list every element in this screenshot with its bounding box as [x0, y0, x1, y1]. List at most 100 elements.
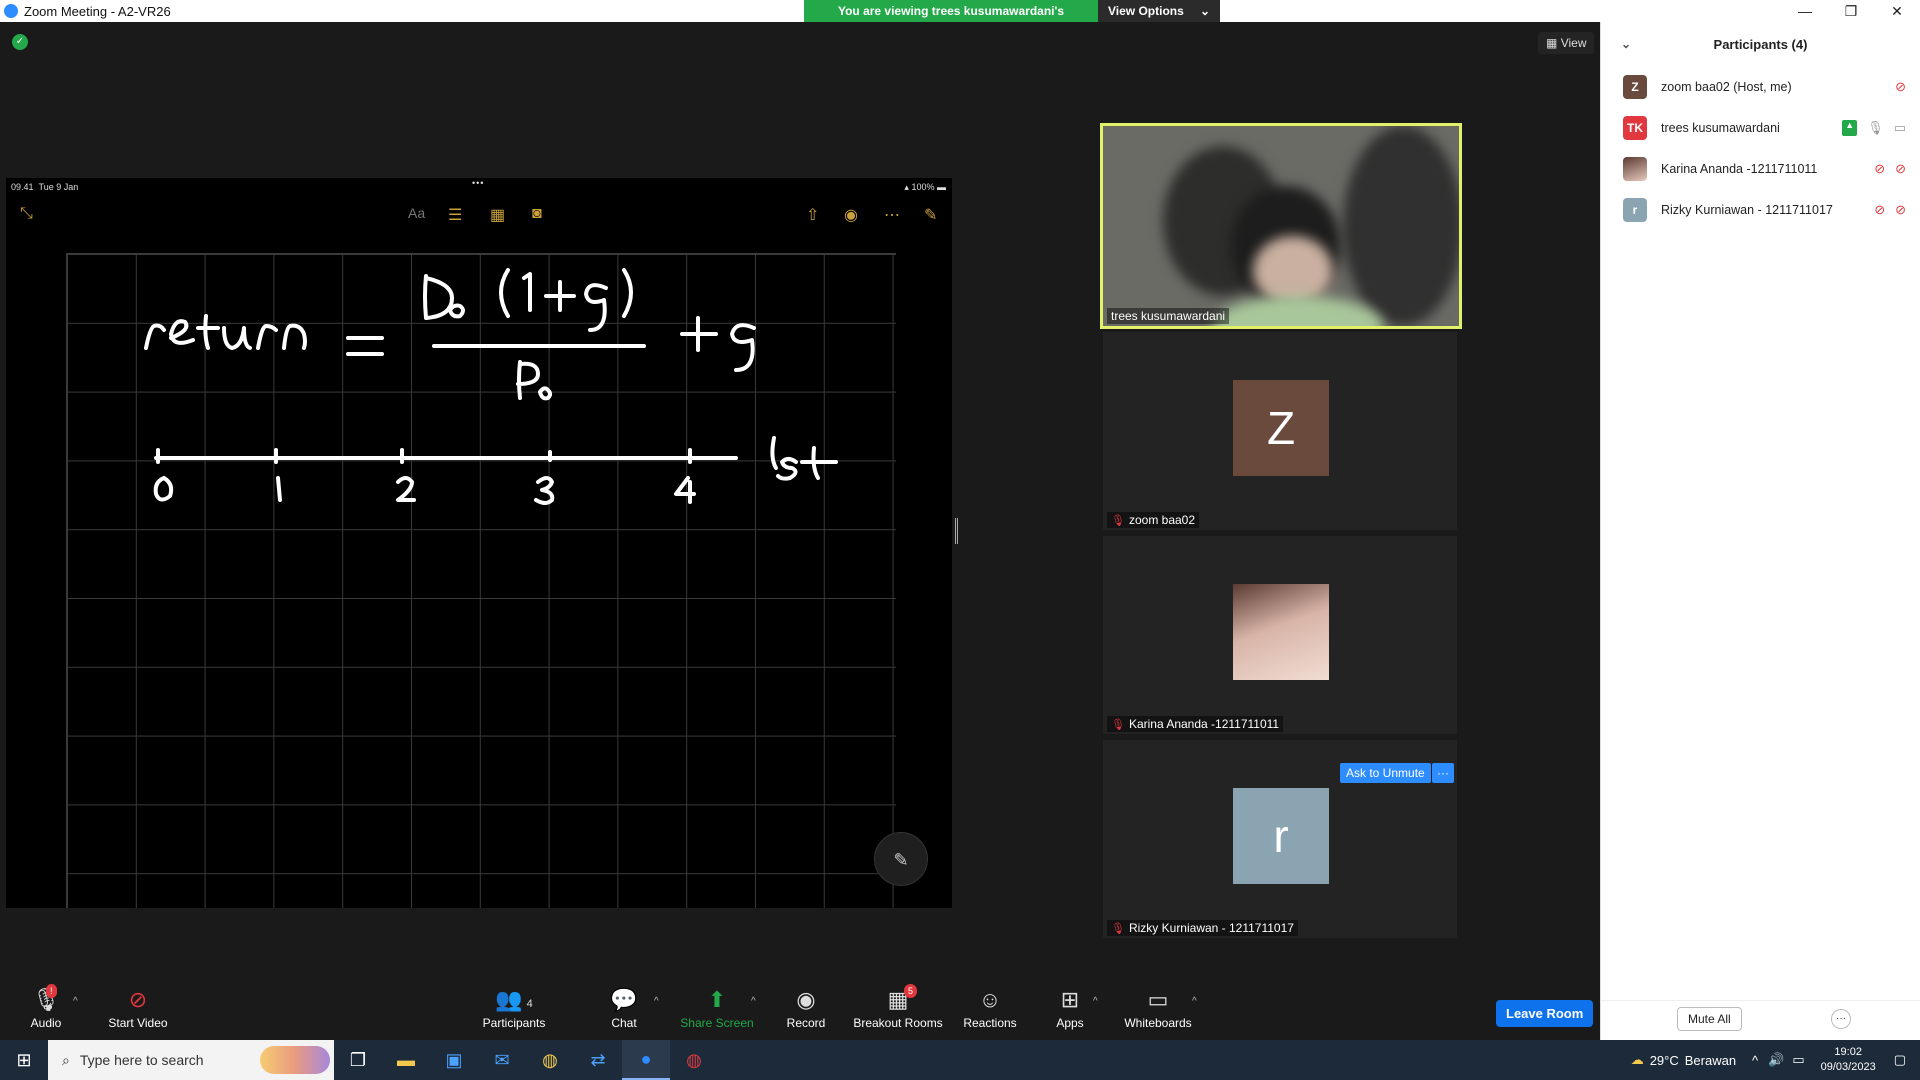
task-view-icon[interactable]: ❐ [334, 1040, 382, 1080]
panel-more-button[interactable]: ··· [1831, 1009, 1851, 1029]
file-explorer-icon[interactable]: ▬ [382, 1040, 430, 1080]
participant-row[interactable]: TK trees kusumawardani ▲ 🎙 ▭ [1601, 107, 1920, 148]
start-video-button[interactable]: ⊘ Start Video [88, 986, 188, 1030]
avatar: r [1233, 788, 1329, 884]
share-options-caret[interactable]: ^ [751, 996, 756, 1007]
video-camera-icon: ▭ [1893, 119, 1906, 135]
split-drag-handle[interactable] [955, 518, 958, 544]
chrome-icon[interactable]: ◍ [526, 1040, 574, 1080]
participant-status: ⊘ [1895, 79, 1906, 95]
participants-button[interactable]: 👥 4 Participants [464, 986, 564, 1030]
collapse-chevron-icon[interactable]: ⌄ [1621, 37, 1631, 51]
mic-muted-icon: ⊘ [1874, 201, 1886, 217]
breakout-count-badge: 5 [904, 984, 918, 998]
record-button[interactable]: ◉ Record [756, 986, 856, 1030]
weather-widget[interactable]: ☁ 29°C Berawan [1631, 1052, 1736, 1068]
video-tile-karina[interactable]: 🎙 Karina Ananda -1211711011 [1103, 536, 1457, 734]
taskbar-clock[interactable]: 19:02 09/03/2023 [1821, 1045, 1876, 1075]
network-icon[interactable]: ▭ [1792, 1052, 1804, 1068]
avatar: Z [1233, 380, 1329, 476]
windows-start-icon[interactable]: ⊞ [0, 1040, 48, 1080]
window-title: Zoom Meeting - A2-VR26 [24, 3, 171, 19]
apps-options-caret[interactable]: ^ [1093, 996, 1098, 1007]
apps-label: Apps [1056, 1016, 1084, 1030]
avatar-photo [1233, 584, 1329, 680]
chat-label: Chat [611, 1016, 637, 1030]
tile-name-label: 🎙 Rizky Kurniawan - 1211711017 [1107, 920, 1298, 936]
audio-alert-badge: ! [46, 984, 57, 998]
tile-more-button[interactable]: ··· [1432, 763, 1454, 783]
panel-footer: Mute All ··· [1601, 1000, 1920, 1040]
window-controls: — ❐ ✕ [1782, 0, 1920, 22]
tile-name-text: Rizky Kurniawan - 1211711017 [1128, 921, 1294, 935]
audio-options-caret[interactable]: ^ [73, 996, 78, 1007]
share-screen-button[interactable]: ⬆ Share Screen [667, 986, 767, 1030]
zoom-taskbar-icon[interactable]: ● [622, 1040, 670, 1080]
breakout-rooms-label: Breakout Rooms [853, 1016, 943, 1030]
record-icon: ◉ [796, 987, 816, 1012]
zoom-logo-icon [4, 4, 18, 18]
participant-row[interactable]: r Rizky Kurniawan - 1211711017 ⊘ ⊘ [1601, 189, 1920, 230]
video-off-icon: ⊘ [1895, 160, 1906, 176]
apps-button[interactable]: ⊞ Apps [1020, 986, 1120, 1030]
tile-name-text: trees kusumawardani [1111, 309, 1226, 323]
panel-title: Participants (4) [1713, 36, 1808, 52]
notifications-icon[interactable]: ▢ [1894, 1052, 1906, 1068]
view-options-button[interactable]: View Options ⌄ [1098, 0, 1220, 22]
show-hidden-icons-chevron[interactable]: ^ [1752, 1053, 1758, 1068]
leave-room-button[interactable]: Leave Room [1496, 1000, 1594, 1027]
avatar-photo [1623, 156, 1647, 181]
start-video-label: Start Video [108, 1016, 168, 1030]
participant-shirt [1213, 296, 1383, 326]
participant-row[interactable]: Karina Ananda -1211711011 ⊘ ⊘ [1601, 148, 1920, 189]
taskbar-search[interactable]: ⌕ Type here to search [48, 1040, 334, 1080]
handwritten-equation [144, 268, 838, 505]
tile-name-label: trees kusumawardani [1107, 308, 1230, 324]
microphone-icon: 🎙 [1867, 119, 1884, 135]
clock-time: 19:02 [1834, 1046, 1862, 1058]
chat-icon: 💬 [610, 987, 638, 1012]
restore-button[interactable]: ❐ [1828, 0, 1874, 22]
microsoft-store-icon[interactable]: ▣ [430, 1040, 478, 1080]
meeting-area: ✓ ▦ View 09.41 Tue 9 Jan ••• ▴ 100% ▬ ⤡ … [0, 22, 1600, 982]
avatar: Z [1623, 74, 1647, 99]
participant-name: Karina Ananda -1211711011 [1661, 161, 1818, 176]
video-off-icon: ⊘ [128, 987, 148, 1012]
video-tile-zoom-baa02[interactable]: Z 🎙 zoom baa02 [1103, 332, 1457, 530]
shared-screen[interactable]: 09.41 Tue 9 Jan ••• ▴ 100% ▬ ⤡ Aa ☰ ▦ ◙ … [6, 178, 952, 908]
viewing-message: You are viewing trees kusumawardani's sc… [804, 0, 1098, 40]
breakout-rooms-icon: ▦ 5 [848, 984, 948, 1014]
participant-name: Rizky Kurniawan - 1211711017 [1661, 202, 1833, 217]
view-button[interactable]: ▦ View [1538, 32, 1595, 54]
minimize-button[interactable]: — [1782, 0, 1828, 22]
breakout-rooms-button[interactable]: ▦ 5 Breakout Rooms [848, 984, 948, 1030]
panel-header: ⌄ Participants (4) [1601, 22, 1920, 66]
chat-button[interactable]: 💬 Chat [574, 986, 674, 1030]
tile-name-text: zoom baa02 [1128, 513, 1196, 527]
system-tray: ☁ 29°C Berawan ^ 🔊 ▭ 19:02 09/03/2023 ▢ [1631, 1040, 1920, 1080]
mail-icon[interactable]: ✉ [478, 1040, 526, 1080]
participant-status: ⊘ ⊘ [1874, 202, 1906, 218]
mute-all-button[interactable]: Mute All [1677, 1007, 1742, 1031]
tile-name-label: 🎙 zoom baa02 [1107, 512, 1200, 528]
teamviewer-icon[interactable]: ⇄ [574, 1040, 622, 1080]
meeting-toolbar: 🎙! Audio ^ ⊘ Start Video 👥 4 Participants… [0, 982, 1600, 1040]
participant-row[interactable]: Z zoom baa02 (Host, me) ⊘ [1601, 66, 1920, 107]
windows-taskbar: ⊞ ⌕ Type here to search ❐ ▬ ▣ ✉ ◍ ⇄ ● ◍ … [0, 1040, 1920, 1080]
tile-name-label: 🎙 Karina Ananda -1211711011 [1107, 716, 1284, 732]
whiteboards-button[interactable]: ▭ Whiteboards [1108, 986, 1208, 1030]
search-highlight-illustration [260, 1046, 330, 1074]
audio-button[interactable]: 🎙! Audio [0, 984, 96, 1030]
chat-options-caret[interactable]: ^ [654, 996, 659, 1007]
whiteboards-label: Whiteboards [1124, 1016, 1192, 1030]
participant-name: zoom baa02 (Host, me) [1661, 79, 1792, 94]
encryption-shield-icon[interactable]: ✓ [12, 34, 28, 50]
share-screen-label: Share Screen [680, 1016, 754, 1030]
ask-to-unmute-button[interactable]: Ask to Unmute [1340, 763, 1431, 783]
pencil-tool-button[interactable]: ✎ [874, 832, 928, 886]
speaker-icon[interactable]: 🔊 [1768, 1052, 1784, 1068]
close-button[interactable]: ✕ [1874, 0, 1920, 22]
video-tile-trees[interactable]: trees kusumawardani [1100, 123, 1462, 329]
whiteboards-options-caret[interactable]: ^ [1192, 996, 1197, 1007]
chrome-profile-icon[interactable]: ◍ [670, 1040, 718, 1080]
